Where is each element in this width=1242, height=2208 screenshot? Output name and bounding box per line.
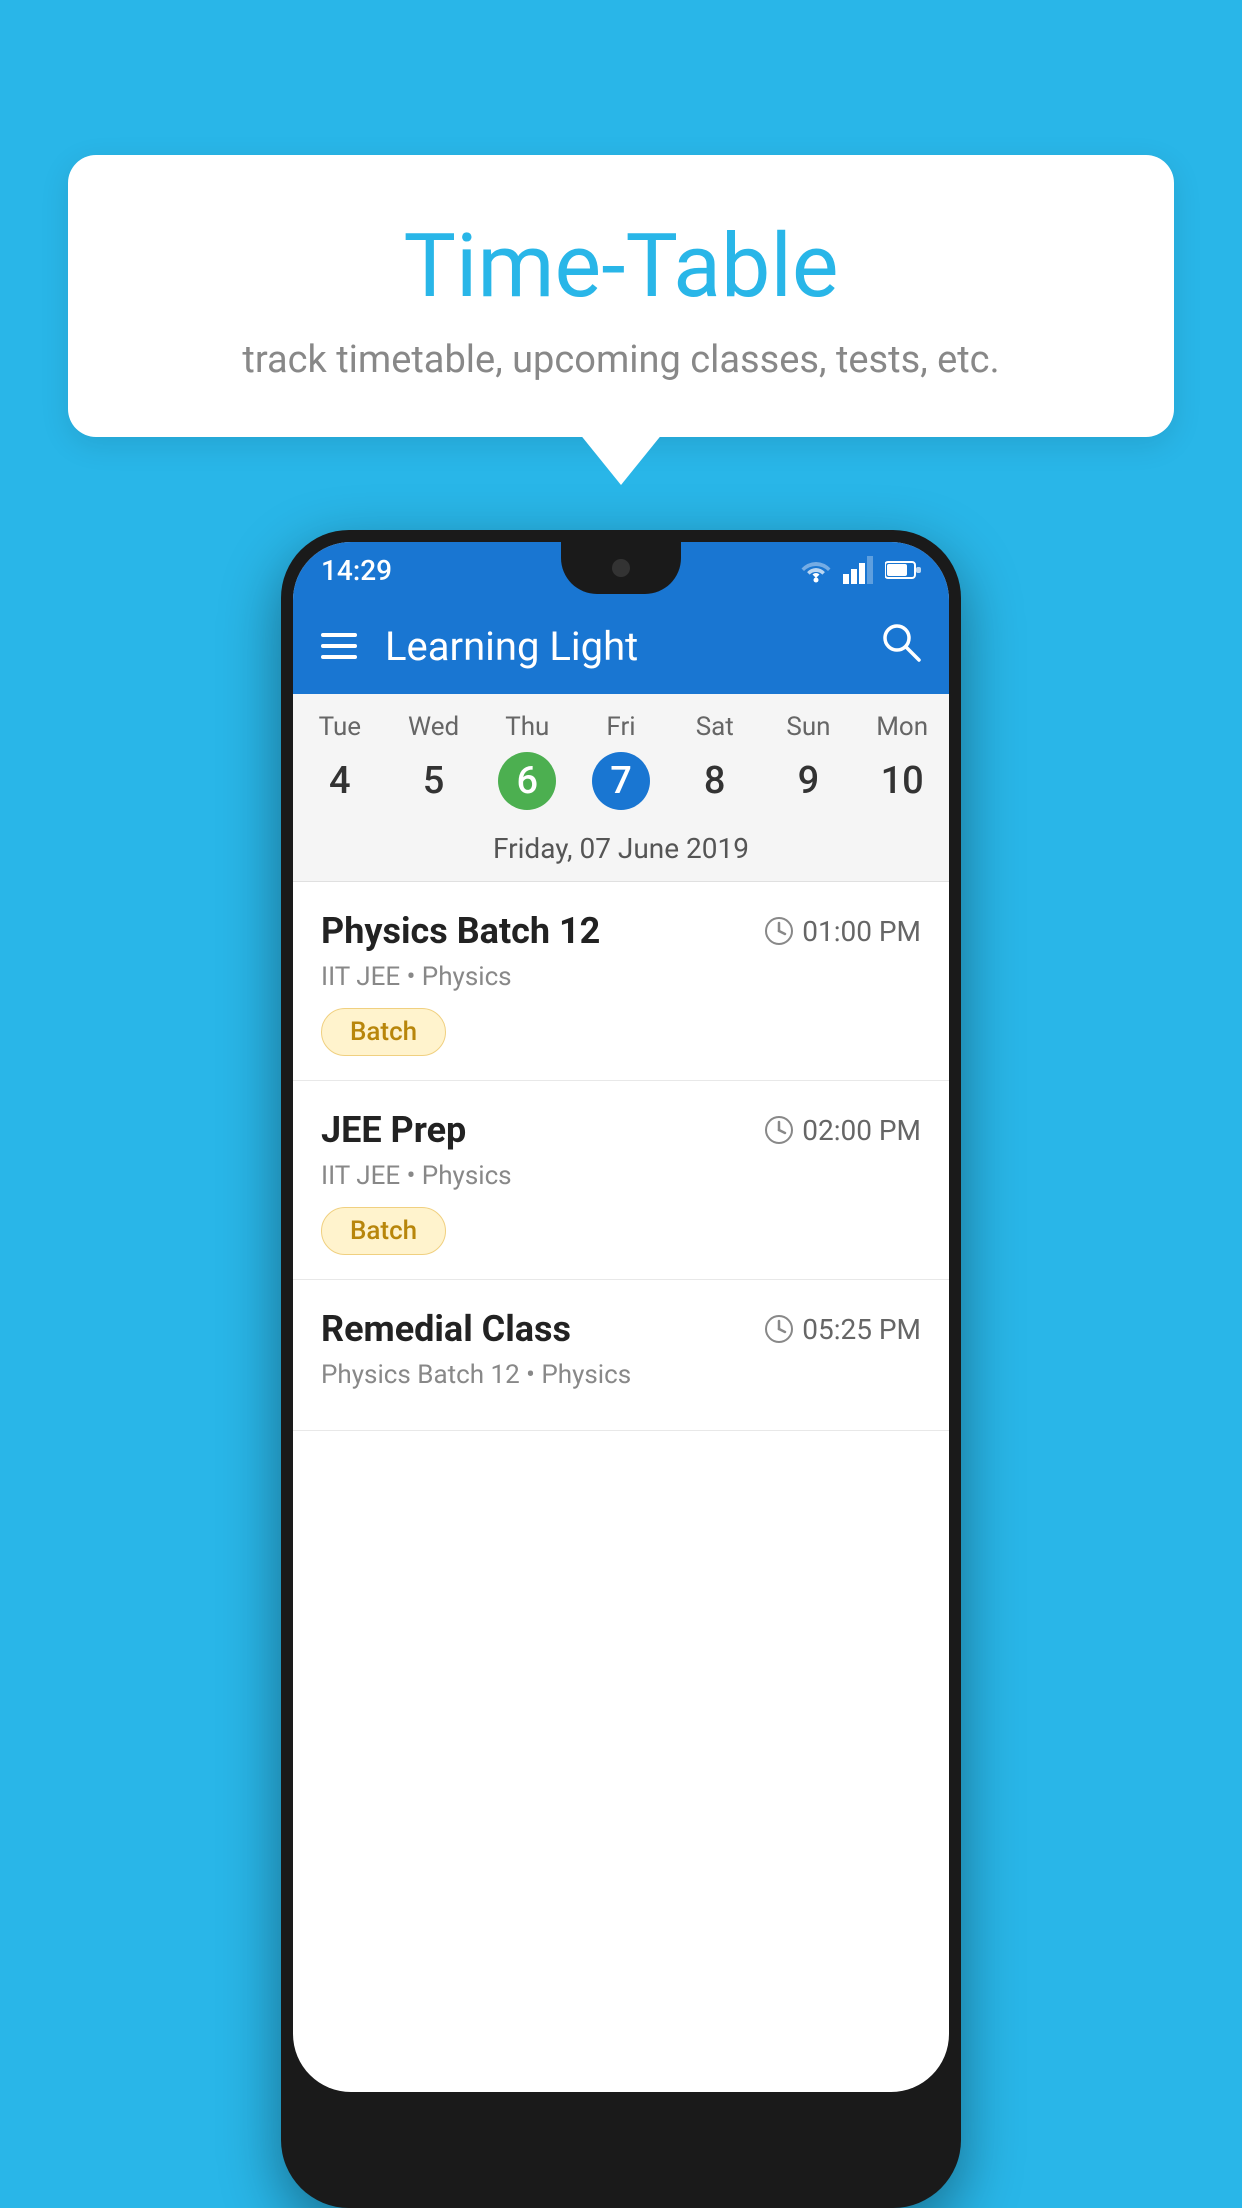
battery-icon [885,560,921,580]
phone-mockup: 14:29 [68,530,1174,2208]
selected-date-label: Friday, 07 June 2019 [293,818,949,882]
day-name: Tue [293,712,387,742]
camera-notch [612,559,630,577]
search-button[interactable] [879,620,921,673]
calendar-day[interactable]: Mon 10 [855,712,949,810]
day-number: 6 [498,752,556,810]
day-number: 10 [873,752,931,810]
status-icons [799,556,921,584]
calendar-day[interactable]: Sun 9 [762,712,856,810]
schedule-time: 05:25 PM [764,1313,921,1346]
app-bar: Learning Light [293,598,949,694]
day-number: 9 [779,752,837,810]
schedule-meta: Physics Batch 12 • Physics [321,1360,921,1390]
day-name: Mon [855,712,949,742]
status-bar: 14:29 [293,542,949,598]
schedule-item[interactable]: Remedial Class 05:25 PM Physics Batch 12 •… [293,1280,949,1431]
clock-icon [764,1314,794,1344]
schedule-item-header: Remedial Class 05:25 PM [321,1308,921,1350]
menu-button[interactable] [321,633,357,659]
day-number: 4 [311,752,369,810]
calendar-day[interactable]: Tue 4 [293,712,387,810]
wifi-icon [799,556,833,584]
clock-icon [764,916,794,946]
status-time: 14:29 [321,554,392,587]
day-name: Sat [668,712,762,742]
calendar-strip: Tue 4 Wed 5 Thu 6 Fri 7 Sat 8 Sun 9 Mon 10 Friday, 07… [293,694,949,882]
calendar-day[interactable]: Wed 5 [387,712,481,810]
speech-bubble-card: Time-Table track timetable, upcoming cla… [68,155,1174,437]
schedule-meta: IIT JEE • Physics [321,962,921,992]
schedule-item-header: JEE Prep 02:00 PM [321,1109,921,1151]
day-number: 7 [592,752,650,810]
calendar-day[interactable]: Fri 7 [574,712,668,810]
schedule-item[interactable]: Physics Batch 12 01:00 PM IIT JEE • Physic… [293,882,949,1081]
signal-icon [843,556,875,584]
day-name: Wed [387,712,481,742]
schedule-time-text: 02:00 PM [802,1114,921,1147]
day-number: 8 [686,752,744,810]
phone-body: 14:29 [281,530,961,2208]
day-name: Thu [480,712,574,742]
schedule-time-text: 05:25 PM [802,1313,921,1346]
schedule-title: Remedial Class [321,1308,571,1350]
calendar-day[interactable]: Sat 8 [668,712,762,810]
schedule-time: 01:00 PM [764,915,921,948]
schedule-time-text: 01:00 PM [802,915,921,948]
clock-icon [764,1115,794,1145]
schedule-title: JEE Prep [321,1109,466,1151]
calendar-days-header: Tue 4 Wed 5 Thu 6 Fri 7 Sat 8 Sun 9 Mon 10 [293,694,949,818]
bubble-title: Time-Table [118,215,1124,318]
batch-badge: Batch [321,1008,446,1056]
day-number: 5 [405,752,463,810]
bubble-subtitle: track timetable, upcoming classes, tests… [118,338,1124,382]
calendar-day[interactable]: Thu 6 [480,712,574,810]
day-name: Fri [574,712,668,742]
app-title: Learning Light [385,623,851,670]
schedule-list: Physics Batch 12 01:00 PM IIT JEE • Physic… [293,882,949,1431]
day-name: Sun [762,712,856,742]
schedule-title: Physics Batch 12 [321,910,600,952]
schedule-item[interactable]: JEE Prep 02:00 PM IIT JEE • Physics Batch [293,1081,949,1280]
notch [561,542,681,594]
batch-badge: Batch [321,1207,446,1255]
schedule-time: 02:00 PM [764,1114,921,1147]
phone-screen: 14:29 [293,542,949,2092]
schedule-item-header: Physics Batch 12 01:00 PM [321,910,921,952]
schedule-meta: IIT JEE • Physics [321,1161,921,1191]
